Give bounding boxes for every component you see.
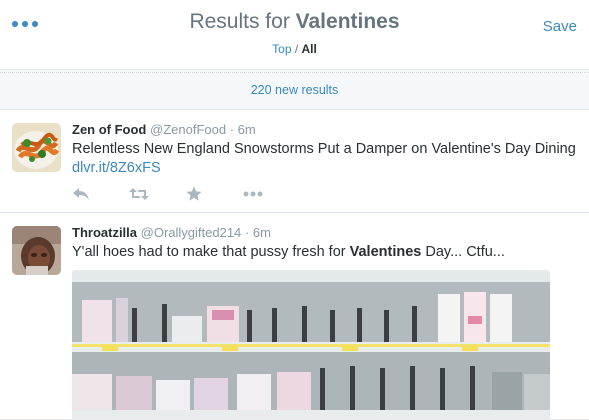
user-name[interactable]: Throatzilla <box>72 225 137 240</box>
user-name[interactable]: Zen of Food <box>72 122 146 137</box>
tweet-text-end: Day... Ctfu... <box>421 244 505 260</box>
filter-all[interactable]: All <box>302 42 317 56</box>
tweet-meta: Throatzilla @Orallygifted214 · 6m <box>72 224 577 242</box>
tweet-text-highlight: Valentines <box>349 244 422 260</box>
banner-divider <box>0 72 589 73</box>
result-filters: Top / All <box>0 42 589 56</box>
favorite-icon[interactable] <box>186 184 243 204</box>
retweet-icon[interactable] <box>129 184 186 204</box>
filter-top[interactable]: Top <box>272 42 291 56</box>
new-results-banner[interactable]: 220 new results <box>0 70 589 110</box>
tweet-item[interactable]: Zen of Food @ZenofFood · 6m Relentless N… <box>0 110 589 213</box>
search-query: Valentines <box>295 10 400 33</box>
tweet-text: Y'all hoes had to make that pussy fresh … <box>72 243 577 262</box>
title-prefix: Results for <box>189 10 296 33</box>
tweet-text-body: Relentless New England Snowstorms Put a … <box>72 141 576 157</box>
tweet-item[interactable]: Throatzilla @Orallygifted214 · 6m Y'all … <box>0 213 589 420</box>
user-avatar-image[interactable] <box>12 226 61 275</box>
tweet-time-separator: · <box>244 225 250 240</box>
reply-icon[interactable] <box>72 184 129 204</box>
filter-separator: / <box>291 42 302 56</box>
search-header: Results for Valentines Top / All Save <box>0 0 589 70</box>
tweet-meta: Zen of Food @ZenofFood · 6m <box>72 121 577 139</box>
page-title: Results for Valentines <box>0 10 589 34</box>
user-handle[interactable]: @ZenofFood <box>150 122 226 137</box>
tweet-text-start: Y'all hoes had to make that pussy fresh … <box>72 244 350 260</box>
new-results-label[interactable]: 220 new results <box>251 83 339 97</box>
tweet-time[interactable]: 6m <box>253 225 271 240</box>
save-button[interactable]: Save <box>543 18 577 35</box>
user-handle[interactable]: @Orallygifted214 <box>141 225 242 240</box>
tweet-content: Throatzilla @Orallygifted214 · 6m Y'all … <box>72 224 577 262</box>
more-icon[interactable] <box>243 184 300 204</box>
store-shelf-photo[interactable] <box>72 270 550 420</box>
tweet-time[interactable]: 6m <box>238 122 256 137</box>
tweet-text: Relentless New England Snowstorms Put a … <box>72 140 577 178</box>
tweet-link[interactable]: dlvr.it/8Z6xFS <box>72 160 161 176</box>
tweet-content: Zen of Food @ZenofFood · 6m Relentless N… <box>72 121 577 178</box>
food-avatar-image[interactable] <box>12 123 61 172</box>
tweet-actions <box>72 184 300 204</box>
tweet-time-separator: · <box>229 122 235 137</box>
